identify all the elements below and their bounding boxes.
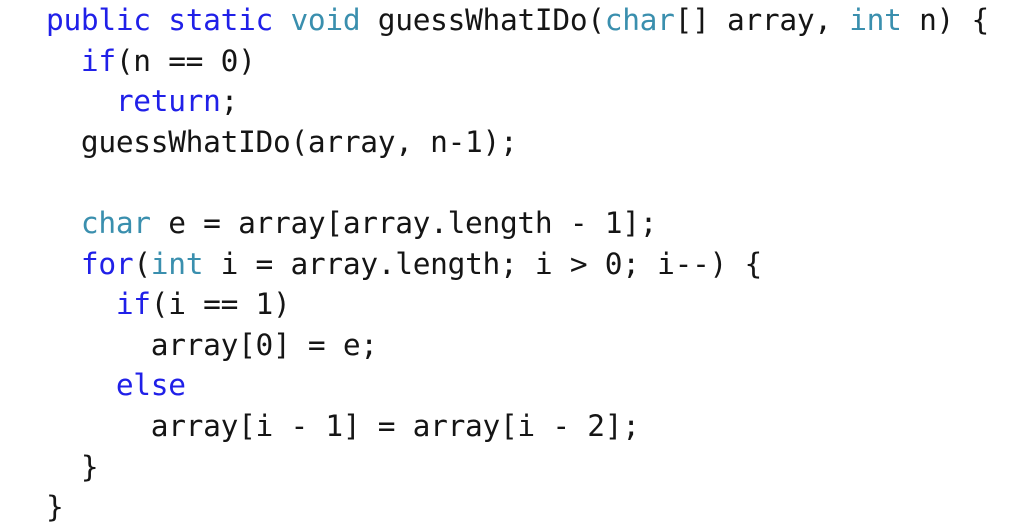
- code-token-type: char: [604, 3, 675, 37]
- code-line: if(n == 0): [46, 41, 1024, 82]
- code-token-kw: public: [46, 3, 151, 37]
- code-token-plain: array[i - 1] = array[i - 2];: [46, 408, 640, 443]
- code-token-plain: (i == 1): [150, 287, 291, 322]
- code-token-plain: ;: [220, 84, 239, 119]
- code-line: else: [46, 365, 1024, 406]
- code-token-kw: for: [80, 246, 134, 281]
- code-token-plain: e = array[array.length - 1];: [150, 205, 658, 240]
- code-token-kw: if: [115, 287, 151, 322]
- code-token-type: int: [849, 3, 902, 37]
- code-line: }: [46, 447, 1024, 488]
- code-token-plain: n) {: [901, 3, 989, 37]
- code-line: return;: [46, 81, 1024, 122]
- code-line: public static void guessWhatIDo(char[] a…: [46, 0, 1024, 41]
- code-token-plain: (: [133, 246, 151, 281]
- code-token-plain: guessWhatIDo(array, n-1);: [46, 124, 518, 159]
- code-token-kw: else: [115, 368, 186, 403]
- code-line: array[i - 1] = array[i - 2];: [46, 406, 1024, 447]
- code-line: for(int i = array.length; i > 0; i--) {: [46, 244, 1024, 285]
- code-token-plain: [] array,: [674, 3, 850, 37]
- code-token-plain: }: [46, 490, 64, 525]
- code-line: if(i == 1): [46, 284, 1024, 325]
- code-token-type: void: [290, 3, 361, 37]
- code-token-kw: static: [168, 3, 273, 37]
- code-line: guessWhatIDo(array, n-1);: [46, 122, 1024, 163]
- code-line: }: [46, 487, 1024, 528]
- code-listing: public static void guessWhatIDo(char[] a…: [46, 0, 1024, 528]
- code-token-plain: }: [46, 449, 99, 484]
- code-line: array[0] = e;: [46, 325, 1024, 366]
- code-token-plain: array[0] = e;: [46, 327, 378, 362]
- code-token-plain: guessWhatIDo(: [360, 3, 605, 37]
- code-token-plain: (n == 0): [115, 43, 256, 78]
- code-token-type: int: [150, 246, 204, 281]
- code-token-kw: return: [115, 84, 221, 119]
- code-token-kw: if: [80, 43, 116, 78]
- code-line: char e = array[array.length - 1];: [46, 203, 1024, 244]
- code-token-type: char: [80, 205, 151, 240]
- code-token-plain: i = array.length; i > 0; i--) {: [203, 246, 763, 281]
